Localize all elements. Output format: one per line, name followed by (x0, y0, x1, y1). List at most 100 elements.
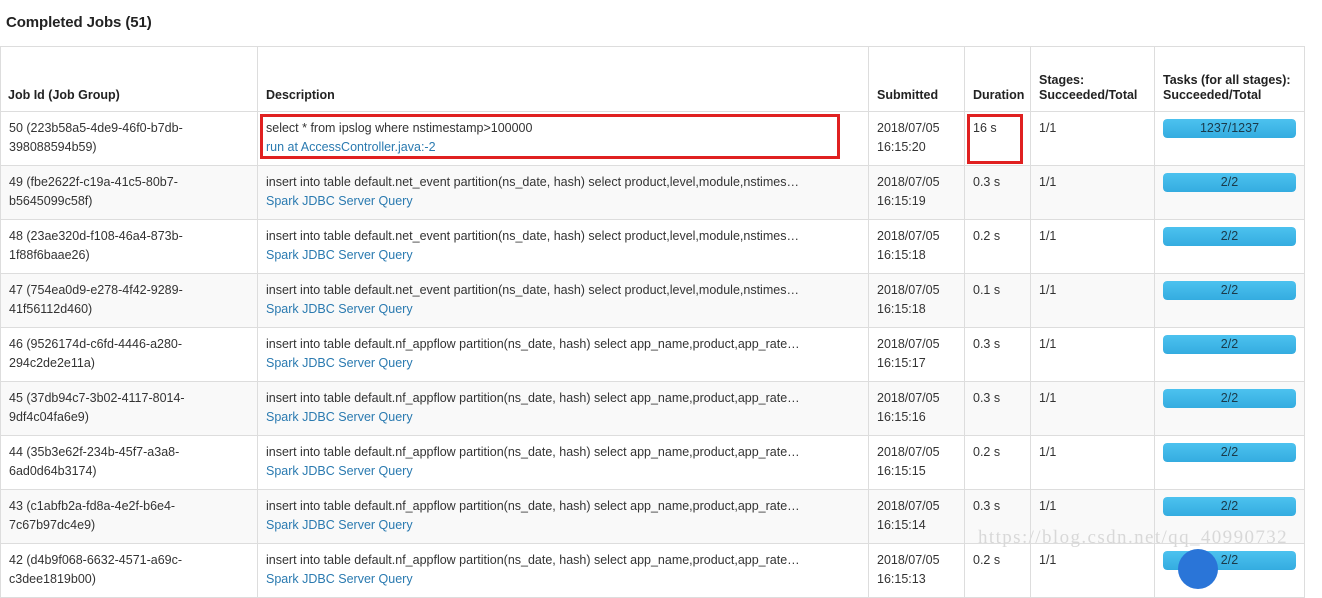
description-text: insert into table default.nf_appflow par… (266, 499, 800, 513)
description-link[interactable]: Spark JDBC Server Query (266, 570, 860, 589)
cell-stages: 1/1 (1030, 381, 1155, 436)
tasks-progress-bar: 2/2 (1163, 335, 1296, 354)
cell-description: insert into table default.net_event part… (257, 219, 869, 274)
cell-stages: 1/1 (1030, 273, 1155, 328)
cell-stages: 1/1 (1030, 219, 1155, 274)
cell-description: insert into table default.net_event part… (257, 165, 869, 220)
cell-job-id: 50 (223b58a5-4de9-46f0-b7db-398088594b59… (0, 111, 258, 166)
description-link[interactable]: run at AccessController.java:-2 (266, 138, 860, 157)
table-row: 47 (754ea0d9-e278-4f42-9289-41f56112d460… (0, 273, 1305, 328)
tasks-progress-label: 2/2 (1220, 337, 1239, 351)
table-row: 45 (37db94c7-3b02-4117-8014-9df4c04fa6e9… (0, 381, 1305, 436)
tasks-progress-bar: 2/2 (1163, 281, 1296, 300)
cell-tasks: 2/2 (1154, 435, 1305, 490)
description-text: insert into table default.net_event part… (266, 283, 799, 297)
tasks-progress-bar: 2/2 (1163, 173, 1296, 192)
cell-duration: 0.2 s (964, 435, 1031, 490)
cell-submitted: 2018/07/05 16:15:19 (868, 165, 965, 220)
description-text: insert into table default.nf_appflow par… (266, 391, 800, 405)
cell-description: insert into table default.nf_appflow par… (257, 381, 869, 436)
cell-duration: 0.2 s (964, 543, 1031, 598)
cell-duration: 0.1 s (964, 273, 1031, 328)
description-link[interactable]: Spark JDBC Server Query (266, 300, 860, 319)
description-link[interactable]: Spark JDBC Server Query (266, 408, 860, 427)
cell-job-id: 45 (37db94c7-3b02-4117-8014-9df4c04fa6e9… (0, 381, 258, 436)
tasks-progress-label: 2/2 (1220, 499, 1239, 513)
tasks-progress-bar: 2/2 (1163, 227, 1296, 246)
tasks-progress-label: 2/2 (1220, 229, 1239, 243)
description-text: select * from ipslog where nstimestamp>1… (266, 121, 533, 135)
cell-tasks: 2/2 (1154, 381, 1305, 436)
table-header-row: Job Id (Job Group) Description Submitted… (0, 46, 1305, 112)
cell-tasks: 2/2 (1154, 273, 1305, 328)
description-link[interactable]: Spark JDBC Server Query (266, 246, 860, 265)
description-text: insert into table default.nf_appflow par… (266, 445, 800, 459)
tasks-progress-bar: 2/2 (1163, 443, 1296, 462)
completed-jobs-table-container: Job Id (Job Group) Description Submitted… (0, 46, 1305, 598)
description-link[interactable]: Spark JDBC Server Query (266, 192, 860, 211)
description-text: insert into table default.net_event part… (266, 229, 799, 243)
cell-description: insert into table default.nf_appflow par… (257, 327, 869, 382)
cell-stages: 1/1 (1030, 489, 1155, 544)
cell-description: insert into table default.nf_appflow par… (257, 543, 869, 598)
cell-description: insert into table default.nf_appflow par… (257, 435, 869, 490)
cell-stages: 1/1 (1030, 543, 1155, 598)
cell-submitted: 2018/07/05 16:15:16 (868, 381, 965, 436)
cell-submitted: 2018/07/05 16:15:14 (868, 489, 965, 544)
table-row: 44 (35b3e62f-234b-45f7-a3a8-6ad0d64b3174… (0, 435, 1305, 490)
duration-highlight-box (967, 114, 1023, 164)
column-header-submitted[interactable]: Submitted (868, 46, 965, 112)
cell-description: insert into table default.net_event part… (257, 273, 869, 328)
cell-description: insert into table default.nf_appflow par… (257, 489, 869, 544)
tasks-progress-bar: 2/2 (1163, 389, 1296, 408)
cell-tasks: 2/2 (1154, 219, 1305, 274)
cell-job-id: 48 (23ae320d-f108-46a4-873b-1f88f6baae26… (0, 219, 258, 274)
tasks-progress-label: 2/2 (1220, 283, 1239, 297)
cell-job-id: 46 (9526174d-c6fd-4446-a280-294c2de2e11a… (0, 327, 258, 382)
cell-job-id: 49 (fbe2622f-c19a-41c5-80b7-b5645099c58f… (0, 165, 258, 220)
cell-submitted: 2018/07/05 16:15:20 (868, 111, 965, 166)
cell-job-id: 47 (754ea0d9-e278-4f42-9289-41f56112d460… (0, 273, 258, 328)
cell-duration: 0.3 s (964, 165, 1031, 220)
table-row: 49 (fbe2622f-c19a-41c5-80b7-b5645099c58f… (0, 165, 1305, 220)
cell-duration: 0.3 s (964, 489, 1031, 544)
column-header-job-id[interactable]: Job Id (Job Group) (0, 46, 258, 112)
description-link[interactable]: Spark JDBC Server Query (266, 462, 860, 481)
cell-stages: 1/1 (1030, 327, 1155, 382)
cell-submitted: 2018/07/05 16:15:18 (868, 219, 965, 274)
description-text: insert into table default.net_event part… (266, 175, 799, 189)
description-link[interactable]: Spark JDBC Server Query (266, 516, 860, 535)
cell-duration: 0.2 s (964, 219, 1031, 274)
tasks-progress-bar: 2/2 (1163, 497, 1296, 516)
cell-tasks: 1237/1237 (1154, 111, 1305, 166)
table-row: 48 (23ae320d-f108-46a4-873b-1f88f6baae26… (0, 219, 1305, 274)
table-row: 42 (d4b9f068-6632-4571-a69c-c3dee1819b00… (0, 543, 1305, 598)
cell-stages: 1/1 (1030, 435, 1155, 490)
cell-submitted: 2018/07/05 16:15:15 (868, 435, 965, 490)
cell-description: select * from ipslog where nstimestamp>1… (257, 111, 869, 166)
tasks-progress-label: 1237/1237 (1199, 121, 1260, 135)
cell-submitted: 2018/07/05 16:15:13 (868, 543, 965, 598)
table-header: Job Id (Job Group) Description Submitted… (0, 46, 1305, 112)
column-header-description[interactable]: Description (257, 46, 869, 112)
table-row: 43 (c1abfb2a-fd8a-4e2f-b6e4-7c67b97dc4e9… (0, 489, 1305, 544)
cell-duration: 0.3 s (964, 327, 1031, 382)
description-link[interactable]: Spark JDBC Server Query (266, 354, 860, 373)
description-text: insert into table default.nf_appflow par… (266, 553, 800, 567)
tasks-progress-label: 2/2 (1220, 391, 1239, 405)
tasks-progress-bar: 1237/1237 (1163, 119, 1296, 138)
column-header-tasks[interactable]: Tasks (for all stages): Succeeded/Total (1154, 46, 1305, 112)
page-title: Completed Jobs (51) (6, 14, 152, 31)
description-text: insert into table default.nf_appflow par… (266, 337, 800, 351)
completed-jobs-table: Job Id (Job Group) Description Submitted… (0, 46, 1305, 598)
cell-duration: 16 s (964, 111, 1031, 166)
tasks-progress-label: 2/2 (1220, 553, 1239, 567)
column-header-stages[interactable]: Stages: Succeeded/Total (1030, 46, 1155, 112)
column-header-duration[interactable]: Duration (964, 46, 1031, 112)
table-row: 50 (223b58a5-4de9-46f0-b7db-398088594b59… (0, 111, 1305, 166)
cell-job-id: 43 (c1abfb2a-fd8a-4e2f-b6e4-7c67b97dc4e9… (0, 489, 258, 544)
tasks-progress-label: 2/2 (1220, 175, 1239, 189)
cell-tasks: 2/2 (1154, 489, 1305, 544)
cell-submitted: 2018/07/05 16:15:18 (868, 273, 965, 328)
tasks-progress-bar: 2/2 (1163, 551, 1296, 570)
